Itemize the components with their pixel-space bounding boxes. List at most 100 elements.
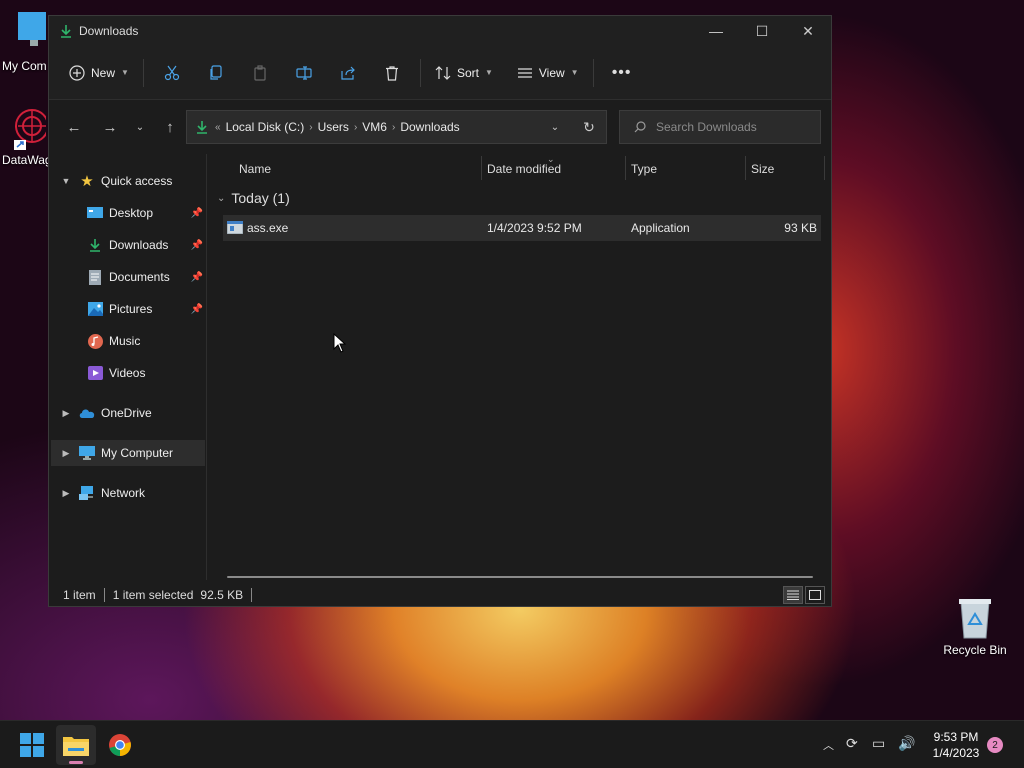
details-view-button[interactable] bbox=[783, 586, 803, 604]
chevron-down-icon[interactable]: ▼ bbox=[59, 176, 73, 186]
chevron-down-icon: ▼ bbox=[570, 68, 579, 77]
documents-icon bbox=[87, 269, 103, 285]
start-button[interactable] bbox=[12, 725, 52, 765]
volume-icon[interactable]: 🔊 bbox=[898, 735, 915, 752]
view-button[interactable]: View ▼ bbox=[509, 57, 587, 89]
notification-badge[interactable]: 2 bbox=[987, 737, 1003, 753]
delete-button[interactable] bbox=[376, 57, 408, 89]
breadcrumb-separator[interactable]: › bbox=[354, 122, 357, 133]
breadcrumb-overflow[interactable]: « bbox=[215, 122, 221, 133]
column-divider[interactable] bbox=[745, 156, 746, 180]
maximize-button[interactable]: ☐ bbox=[739, 16, 785, 46]
pictures-icon bbox=[87, 301, 103, 317]
group-label: Today (1) bbox=[231, 190, 290, 206]
desktop-icon-recycle-bin[interactable]: Recycle Bin bbox=[940, 596, 1010, 657]
chevron-right-icon[interactable]: ▶ bbox=[59, 488, 73, 499]
sidebar-item-label: My Computer bbox=[101, 446, 174, 460]
paste-button[interactable] bbox=[244, 57, 276, 89]
copy-button[interactable] bbox=[200, 57, 232, 89]
sidebar-item-pictures[interactable]: Pictures 📌 bbox=[51, 296, 205, 322]
windows-logo-icon bbox=[20, 733, 44, 757]
ellipsis-icon: ••• bbox=[611, 63, 632, 81]
sidebar-item-downloads[interactable]: Downloads 📌 bbox=[51, 232, 205, 258]
more-options-button[interactable]: ••• bbox=[606, 57, 638, 89]
taskbar-clock[interactable]: 9:53 PM 1/4/2023 bbox=[920, 729, 992, 761]
recent-locations-button[interactable]: ⌄ bbox=[125, 122, 155, 133]
title-bar[interactable]: Downloads — ☐ ✕ bbox=[49, 16, 831, 46]
share-icon bbox=[341, 66, 355, 80]
chevron-down-icon: ▼ bbox=[121, 68, 129, 77]
desktop-icon-label: DataWag bbox=[2, 153, 52, 167]
column-header-type[interactable]: Type bbox=[631, 162, 657, 176]
address-dropdown-button[interactable]: ⌄ bbox=[538, 122, 572, 133]
taskbar-file-explorer[interactable] bbox=[56, 725, 96, 765]
sort-indicator-icon: ⌄ bbox=[547, 154, 555, 164]
taskbar-chrome[interactable] bbox=[100, 725, 140, 765]
breadcrumb-local-disk[interactable]: Local Disk (C:) bbox=[226, 120, 305, 134]
column-divider[interactable] bbox=[481, 156, 482, 180]
star-icon: ★ bbox=[80, 173, 94, 190]
desktop-icon-label: Recycle Bin bbox=[943, 643, 1007, 657]
sidebar-item-documents[interactable]: Documents 📌 bbox=[51, 264, 205, 290]
plus-circle-icon bbox=[69, 64, 85, 81]
forward-button[interactable]: → bbox=[95, 119, 125, 136]
minimize-button[interactable]: — bbox=[693, 16, 739, 46]
sort-button[interactable]: Sort ▼ bbox=[427, 57, 501, 89]
share-button[interactable] bbox=[332, 57, 364, 89]
sidebar-item-network[interactable]: ▶ Network bbox=[51, 480, 205, 506]
address-bar[interactable]: « Local Disk (C:) › Users › VM6 › Downlo… bbox=[186, 110, 607, 144]
desktop-icon-datawag[interactable]: DataWag bbox=[2, 106, 52, 167]
close-button[interactable]: ✕ bbox=[785, 16, 831, 46]
sidebar-item-my-computer[interactable]: ▶ My Computer bbox=[51, 440, 205, 466]
pin-icon: 📌 bbox=[190, 207, 203, 219]
breadcrumb-separator[interactable]: › bbox=[309, 122, 312, 133]
network-status-icon[interactable]: ▭ bbox=[872, 735, 885, 752]
horizontal-scrollbar[interactable] bbox=[227, 576, 813, 578]
computer-icon bbox=[79, 445, 95, 461]
breadcrumb-users[interactable]: Users bbox=[318, 120, 349, 134]
navigation-pane: ▼ ★ Quick access Desktop 📌 Downloads 📌 D… bbox=[49, 154, 207, 580]
rename-button[interactable] bbox=[288, 57, 320, 89]
new-label: New bbox=[91, 65, 116, 80]
sidebar-item-onedrive[interactable]: ▶ OneDrive bbox=[51, 400, 205, 426]
sync-status-icon[interactable]: ⟳ bbox=[846, 735, 858, 752]
cut-button[interactable] bbox=[156, 57, 188, 89]
datawag-icon bbox=[14, 109, 49, 150]
chevron-right-icon[interactable]: ▶ bbox=[59, 408, 73, 419]
column-header-size[interactable]: Size bbox=[751, 162, 774, 176]
sort-icon bbox=[435, 65, 451, 80]
search-box[interactable] bbox=[619, 110, 821, 144]
sidebar-item-videos[interactable]: Videos bbox=[51, 360, 205, 386]
new-button[interactable]: New ▼ bbox=[61, 57, 137, 89]
download-icon bbox=[197, 121, 207, 134]
window-title: Downloads bbox=[79, 24, 139, 38]
chevron-right-icon[interactable]: ▶ bbox=[59, 448, 73, 459]
refresh-button[interactable]: ↻ bbox=[572, 119, 606, 136]
back-button[interactable]: ← bbox=[59, 119, 89, 136]
column-header-name[interactable]: Name bbox=[239, 162, 271, 176]
selection-size: 92.5 KB bbox=[200, 588, 244, 602]
taskbar: ︿ ⟳ ▭ 🔊 9:53 PM 1/4/2023 2 bbox=[0, 720, 1024, 768]
search-input[interactable] bbox=[656, 120, 806, 134]
file-size: 93 KB bbox=[784, 221, 817, 235]
sidebar-item-label: Videos bbox=[109, 366, 146, 380]
desktop-icon-my-computer[interactable]: My Com bbox=[2, 10, 62, 73]
breadcrumb-separator[interactable]: › bbox=[392, 122, 395, 133]
show-hidden-icons-button[interactable]: ︿ bbox=[823, 737, 834, 753]
videos-icon bbox=[87, 365, 103, 381]
column-divider[interactable] bbox=[625, 156, 626, 180]
sidebar-item-music[interactable]: Music bbox=[51, 328, 205, 354]
view-label: View bbox=[538, 65, 565, 80]
breadcrumb-vm6[interactable]: VM6 bbox=[362, 120, 387, 134]
selection-count: 1 item selected bbox=[112, 588, 194, 602]
file-row[interactable]: ass.exe 1/4/2023 9:52 PM Application 93 … bbox=[223, 215, 821, 241]
details-view-icon bbox=[787, 590, 799, 600]
sidebar-item-desktop[interactable]: Desktop 📌 bbox=[51, 200, 205, 226]
sidebar-item-quick-access[interactable]: ▼ ★ Quick access bbox=[51, 168, 205, 194]
tiles-view-button[interactable] bbox=[805, 586, 825, 604]
group-header-today[interactable]: ⌄ Today (1) bbox=[217, 190, 290, 206]
breadcrumb-downloads[interactable]: Downloads bbox=[400, 120, 459, 134]
column-divider[interactable] bbox=[824, 156, 825, 180]
up-button[interactable]: ↑ bbox=[155, 119, 185, 136]
item-count: 1 item bbox=[63, 588, 96, 602]
